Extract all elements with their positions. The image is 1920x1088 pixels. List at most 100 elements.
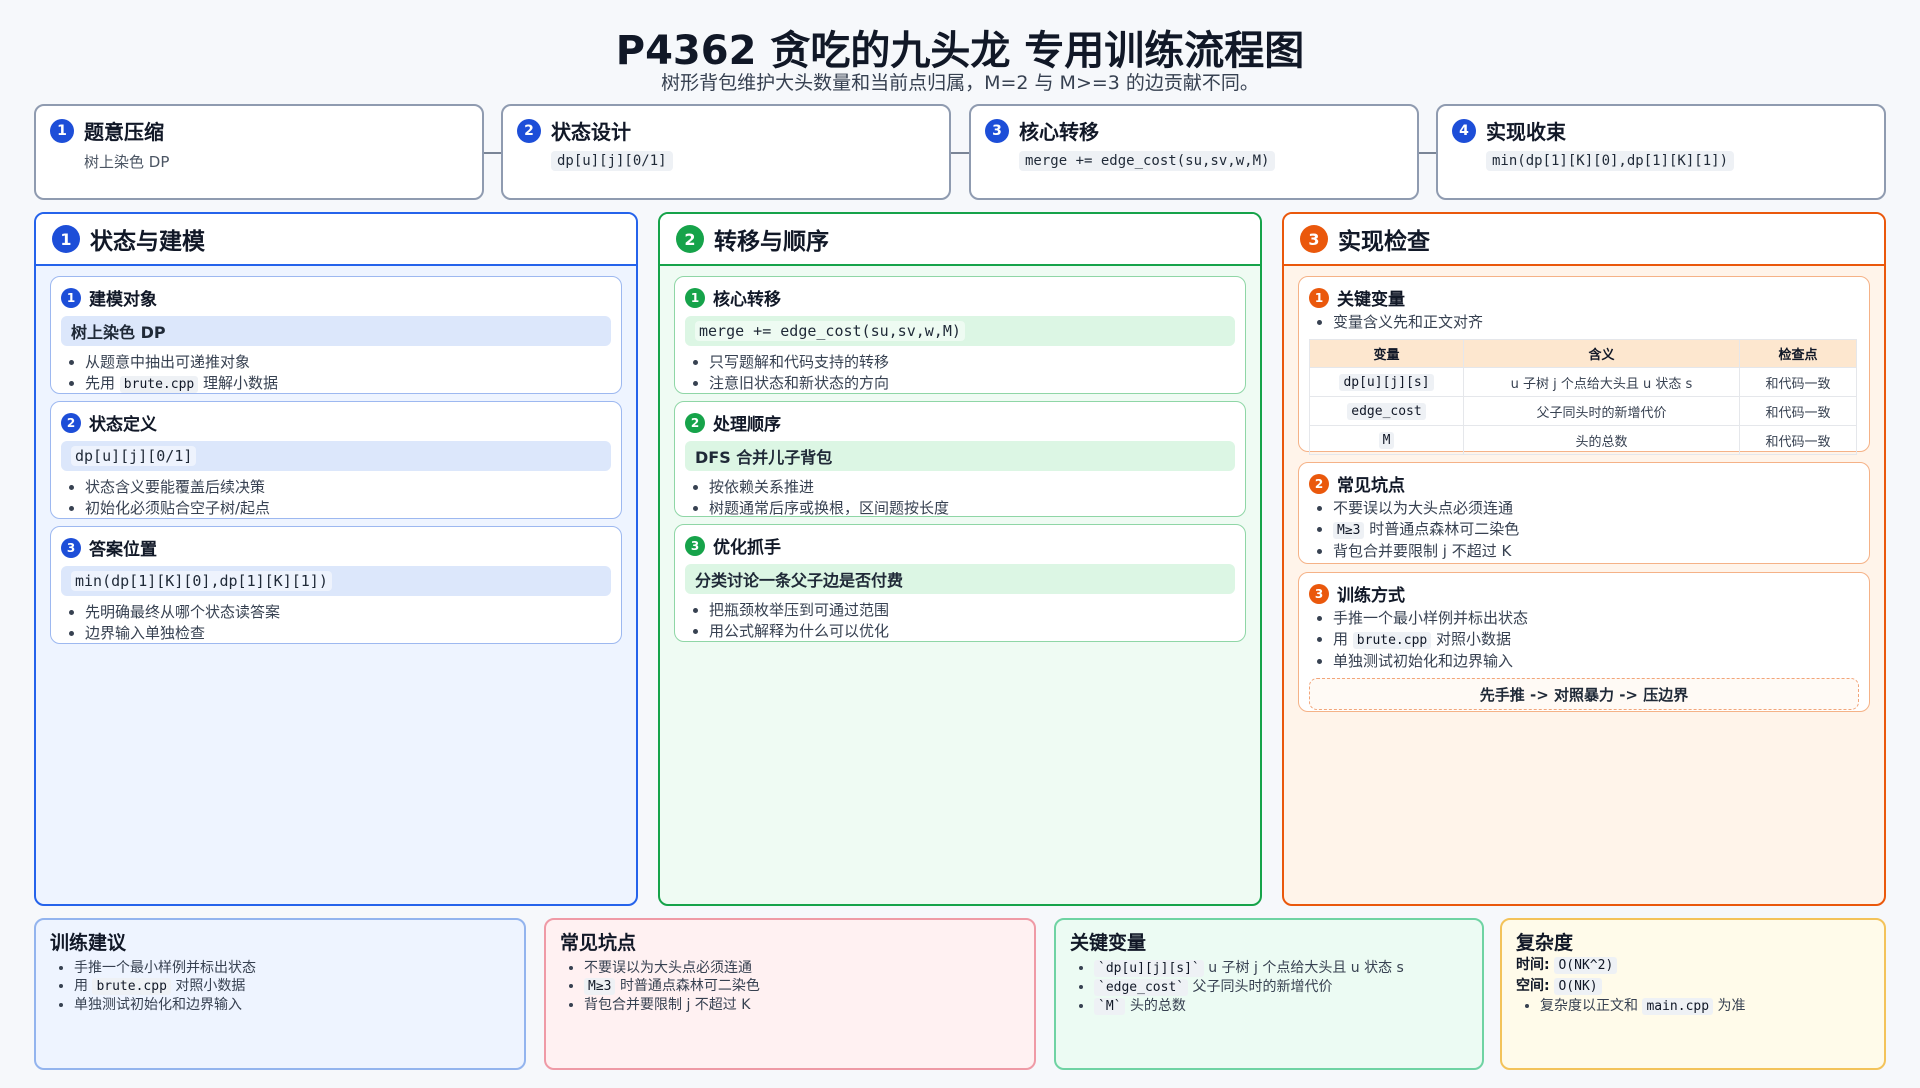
card-number-badge: 1: [685, 287, 705, 308]
step-title: 状态设计: [551, 120, 631, 144]
list-item: 只写题解和代码支持的转移: [709, 352, 1235, 373]
list-item: M≥3 时普通点森林可二染色: [1333, 519, 1859, 541]
bottom-training-tips: 训练建议 手推一个最小样例并标出状态 用 brute.cpp 对照小数据 单独测…: [34, 918, 526, 1070]
card-key-variables: 1 关键变量 变量含义先和正文对齐 变量 含义 检查点 dp[u][j][s] …: [1298, 276, 1870, 455]
card-number-badge: 1: [1309, 287, 1329, 308]
card-title: 建模对象: [89, 290, 157, 310]
card-highlight: 树上染色 DP: [61, 316, 611, 346]
card-processing-order: 2 处理顺序 DFS 合并儿子背包 按依赖关系推进 树题通常后序或换根，区间题按…: [674, 401, 1246, 517]
card-number-badge: 3: [685, 535, 705, 556]
list-item: 状态含义要能覆盖后续决策: [85, 477, 611, 498]
card-title: 答案位置: [89, 540, 157, 560]
flow-step-1: 1 题意压缩 树上染色 DP: [34, 104, 484, 200]
card-highlight: DFS 合并儿子背包: [685, 441, 1235, 471]
table-cell: 头的总数: [1463, 425, 1740, 455]
step-code: dp[u][j][0/1]: [551, 151, 673, 171]
card-number-badge: 2: [1309, 473, 1329, 494]
table-cell: 父子同头时的新增代价: [1463, 396, 1740, 426]
table-cell: M: [1378, 431, 1395, 449]
card-title: 关键变量: [1337, 290, 1405, 310]
list-item: 单独测试初始化和边界输入: [74, 996, 510, 1014]
column-header: 3 实现检查: [1284, 214, 1884, 266]
list-item: 不要误以为大头点必须连通: [1333, 498, 1859, 519]
card-title: 核心转移: [713, 290, 781, 310]
list-item: `M` 头的总数: [1094, 997, 1468, 1016]
column-title: 状态与建模: [90, 229, 205, 255]
list-item: 树题通常后序或换根，区间题按长度: [709, 498, 1235, 519]
column-number-badge: 1: [52, 225, 80, 253]
column-implementation: 3 实现检查 1 关键变量 变量含义先和正文对齐 变量 含义 检查点 dp[u]…: [1282, 212, 1886, 906]
step-title: 核心转移: [1019, 120, 1099, 144]
bottom-pitfalls: 常见坑点 不要误以为大头点必须连通 M≥3 时普通点森林可二染色 背包合并要限制…: [544, 918, 1036, 1070]
column-header: 2 转移与顺序: [660, 214, 1260, 266]
card-pitfalls: 2 常见坑点 不要误以为大头点必须连通 M≥3 时普通点森林可二染色 背包合并要…: [1298, 462, 1870, 564]
step-title: 题意压缩: [84, 120, 164, 144]
list-item: 单独测试初始化和边界输入: [1333, 651, 1859, 672]
card-highlight: 分类讨论一条父子边是否付费: [685, 564, 1235, 594]
table-cell: 和代码一致: [1739, 425, 1857, 455]
list-item: M≥3 时普通点森林可二染色: [584, 977, 1020, 996]
card-title: 常见坑点: [1337, 476, 1405, 496]
step-number-badge: 3: [985, 118, 1009, 143]
list-item: `dp[u][j][s]` u 子树 j 个点给大头且 u 状态 s: [1094, 959, 1468, 978]
box-title: 常见坑点: [560, 932, 637, 954]
step-code: min(dp[1][K][0],dp[1][K][1]): [1486, 151, 1735, 171]
list-item: 不要误以为大头点必须连通: [584, 959, 1020, 977]
card-core-transition: 1 核心转移 merge += edge_cost(su,sv,w,M) 只写题…: [674, 276, 1246, 394]
column-header: 1 状态与建模: [36, 214, 636, 266]
step-code: merge += edge_cost(su,sv,w,M): [1019, 151, 1276, 171]
flow-step-2: 2 状态设计 dp[u][j][0/1]: [501, 104, 951, 200]
card-answer-position: 3 答案位置 min(dp[1][K][0],dp[1][K][1]) 先明确最…: [50, 526, 622, 644]
list-item: `edge_cost` 父子同头时的新增代价: [1094, 978, 1468, 997]
step-number-badge: 2: [517, 118, 541, 143]
bottom-key-variables: 关键变量 `dp[u][j][s]` u 子树 j 个点给大头且 u 状态 s …: [1054, 918, 1484, 1070]
step-number-badge: 4: [1452, 118, 1476, 143]
list-item: 从题意中抽出可递推对象: [85, 352, 611, 373]
flow-step-4: 4 实现收束 min(dp[1][K][0],dp[1][K][1]): [1436, 104, 1886, 200]
list-item: 用 brute.cpp 对照小数据: [1333, 629, 1859, 651]
list-item: 初始化必须贴合空子树/起点: [85, 498, 611, 519]
card-title: 处理顺序: [713, 415, 781, 435]
table-header: 检查点: [1739, 339, 1857, 368]
table-header: 变量: [1309, 339, 1464, 368]
card-title: 状态定义: [89, 415, 157, 435]
card-number-badge: 3: [61, 537, 81, 558]
column-transition: 2 转移与顺序 1 核心转移 merge += edge_cost(su,sv,…: [658, 212, 1262, 906]
card-highlight-code: dp[u][j][0/1]: [61, 441, 611, 471]
table-cell: 和代码一致: [1739, 367, 1857, 397]
list-item: 边界输入单独检查: [85, 623, 611, 644]
table-row: M 头的总数 和代码一致: [1309, 425, 1857, 455]
list-item: 把瓶颈枚举压到可通过范围: [709, 600, 1235, 621]
table-header: 含义: [1463, 339, 1740, 368]
list-item: 注意旧状态和新状态的方向: [709, 373, 1235, 394]
box-title: 训练建议: [50, 932, 127, 954]
table-cell: u 子树 j 个点给大头且 u 状态 s: [1463, 367, 1740, 397]
card-number-badge: 2: [61, 412, 81, 433]
column-number-badge: 3: [1300, 225, 1328, 253]
card-number-badge: 2: [685, 412, 705, 433]
variables-table: 变量 含义 检查点 dp[u][j][s] u 子树 j 个点给大头且 u 状态…: [1309, 339, 1857, 455]
table-row: dp[u][j][s] u 子树 j 个点给大头且 u 状态 s 和代码一致: [1309, 367, 1857, 397]
table-cell: edge_cost: [1347, 402, 1426, 420]
step-subtitle: 树上染色 DP: [84, 153, 170, 171]
list-item: 先用 brute.cpp 理解小数据: [85, 373, 611, 395]
list-item: 用公式解释为什么可以优化: [709, 621, 1235, 642]
space-complexity: 空间: O(NK): [1516, 976, 1870, 997]
time-complexity: 时间: O(NK^2): [1516, 955, 1870, 976]
table-row: edge_cost 父子同头时的新增代价 和代码一致: [1309, 396, 1857, 426]
bottom-complexity: 复杂度 时间: O(NK^2) 空间: O(NK) 复杂度以正文和 main.c…: [1500, 918, 1886, 1070]
list-item: 复杂度以正文和 main.cpp 为准: [1540, 997, 1870, 1016]
column-title: 转移与顺序: [714, 229, 829, 255]
list-item: 背包合并要限制 j 不超过 K: [584, 996, 1020, 1014]
training-flow-note: 先手推 -> 对照暴力 -> 压边界: [1309, 678, 1859, 710]
card-state-definition: 2 状态定义 dp[u][j][0/1] 状态含义要能覆盖后续决策 初始化必须贴…: [50, 401, 622, 519]
box-title: 关键变量: [1070, 932, 1147, 954]
list-item: 手推一个最小样例并标出状态: [74, 959, 510, 977]
list-item: 背包合并要限制 j 不超过 K: [1333, 541, 1859, 562]
flow-step-3: 3 核心转移 merge += edge_cost(su,sv,w,M): [969, 104, 1419, 200]
page-subtitle: 树形背包维护大头数量和当前点归属，M=2 与 M>=3 的边贡献不同。: [661, 72, 1259, 94]
card-optimization: 3 优化抓手 分类讨论一条父子边是否付费 把瓶颈枚举压到可通过范围 用公式解释为…: [674, 524, 1246, 642]
list-item: 变量含义先和正文对齐: [1333, 312, 1859, 333]
card-number-badge: 3: [1309, 583, 1329, 604]
card-modeling-object: 1 建模对象 树上染色 DP 从题意中抽出可递推对象 先用 brute.cpp …: [50, 276, 622, 394]
